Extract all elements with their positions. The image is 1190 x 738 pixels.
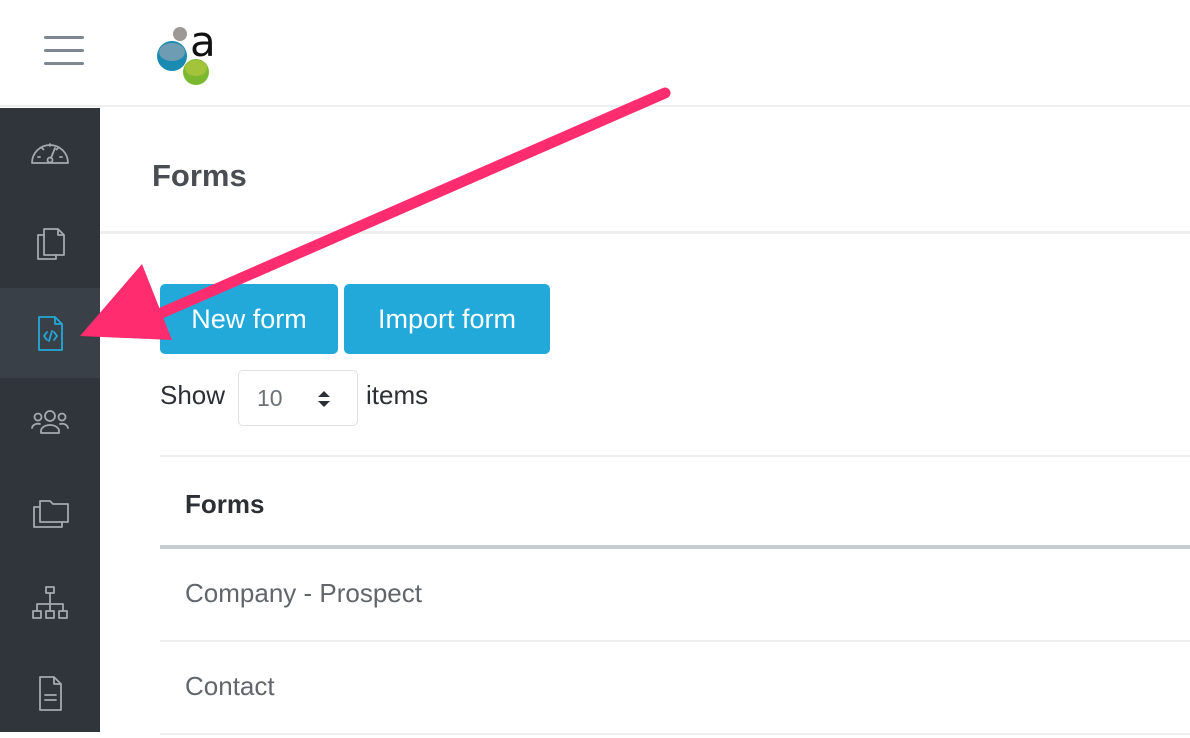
document-text-icon	[39, 676, 62, 711]
forms-table: Forms Company - Prospect Contact	[160, 455, 1190, 735]
documents-copy-icon	[37, 228, 65, 260]
dashboard-gauge-icon	[31, 143, 69, 164]
sidebar-item-users[interactable]	[0, 378, 100, 468]
users-group-icon	[31, 410, 69, 434]
sidebar-item-sitemap[interactable]	[0, 558, 100, 648]
sidebar-item-reports[interactable]	[0, 648, 100, 738]
sidebar-item-forms[interactable]	[0, 288, 100, 378]
sidebar-item-folders[interactable]	[0, 468, 100, 558]
sitemap-hierarchy-icon	[32, 586, 68, 619]
page-title: Forms	[152, 158, 247, 193]
page-size-select[interactable]: 10	[238, 370, 358, 426]
sidebar	[0, 108, 100, 732]
select-sort-icon	[318, 391, 330, 407]
svg-text:a: a	[190, 20, 216, 66]
show-label: Show	[160, 380, 226, 410]
code-file-icon	[38, 316, 63, 351]
items-label: items	[366, 380, 429, 410]
page-size-value: 10	[257, 384, 283, 411]
page-header: Forms	[100, 108, 1190, 234]
table-row[interactable]: Contact	[160, 642, 1190, 735]
sidebar-item-dashboard[interactable]	[0, 108, 100, 198]
logo: a	[157, 20, 216, 85]
hamburger-icon[interactable]	[44, 36, 84, 68]
column-header-forms[interactable]: Forms	[160, 457, 1190, 549]
import-form-button[interactable]: Import form	[344, 284, 550, 354]
new-form-button[interactable]: New form	[160, 284, 338, 354]
folders-icon	[33, 500, 69, 528]
table-row[interactable]: Company - Prospect	[160, 549, 1190, 642]
top-bar: a	[0, 0, 1190, 107]
sidebar-item-documents[interactable]	[0, 198, 100, 288]
